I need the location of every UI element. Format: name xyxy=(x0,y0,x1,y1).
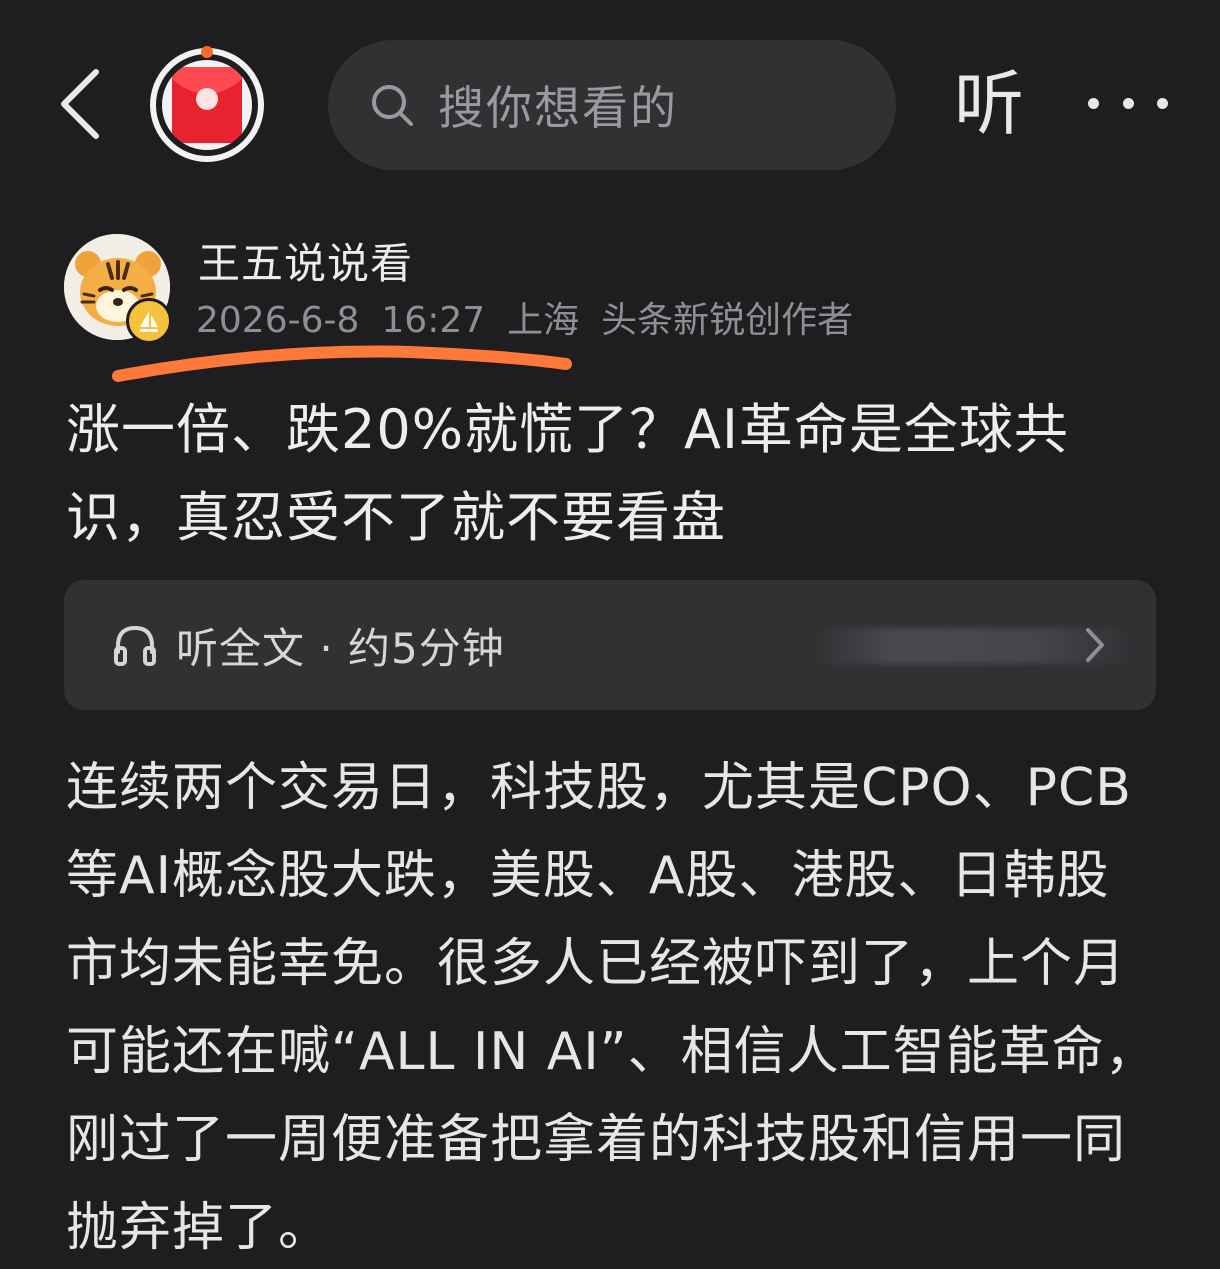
publish-date: 2026-6-8 xyxy=(196,300,360,341)
back-button[interactable] xyxy=(50,64,110,144)
orange-highlight-stroke xyxy=(112,345,572,382)
red-envelope-ring xyxy=(156,54,258,156)
headphones-icon xyxy=(114,625,156,666)
article-body: 连续两个交易日，科技股，尤其是CPO、PCB等AI概念股大跌，美股、A股、港股、… xyxy=(66,758,1158,1258)
search-placeholder: 搜你想看的 xyxy=(438,81,678,135)
more-button[interactable] xyxy=(1088,78,1168,128)
publish-time: 16:27 xyxy=(381,300,486,341)
article-title: 涨一倍、跌20%就慌了？AI革命是全球共识，真忍受不了就不要看盘 xyxy=(66,398,1069,549)
search-icon xyxy=(372,85,413,126)
red-envelope-button[interactable] xyxy=(150,46,264,162)
listen-full-article-button[interactable]: 听全文 · 约5分钟 xyxy=(64,580,1156,710)
notification-dot xyxy=(201,46,213,58)
listen-full-label: 听全文 · 约5分钟 xyxy=(176,623,505,673)
author-name[interactable]: 王五说说看 xyxy=(198,236,413,292)
more-dot xyxy=(1157,97,1168,109)
chevron-left-icon xyxy=(61,69,99,139)
publish-location: 上海 xyxy=(507,300,580,341)
listen-button[interactable]: 听 xyxy=(954,62,1024,146)
sail-icon xyxy=(140,311,158,332)
article-page: 搜你想看的 听 王五说说看 2026-6-8 16:27 上海 头条新锐创作者 … xyxy=(0,0,1220,1269)
chevron-right-icon xyxy=(1086,628,1104,662)
more-dot xyxy=(1122,97,1134,109)
author-title-badge: 头条新锐创作者 xyxy=(601,300,854,341)
more-dot xyxy=(1088,97,1099,109)
search-input[interactable]: 搜你想看的 xyxy=(328,40,896,170)
